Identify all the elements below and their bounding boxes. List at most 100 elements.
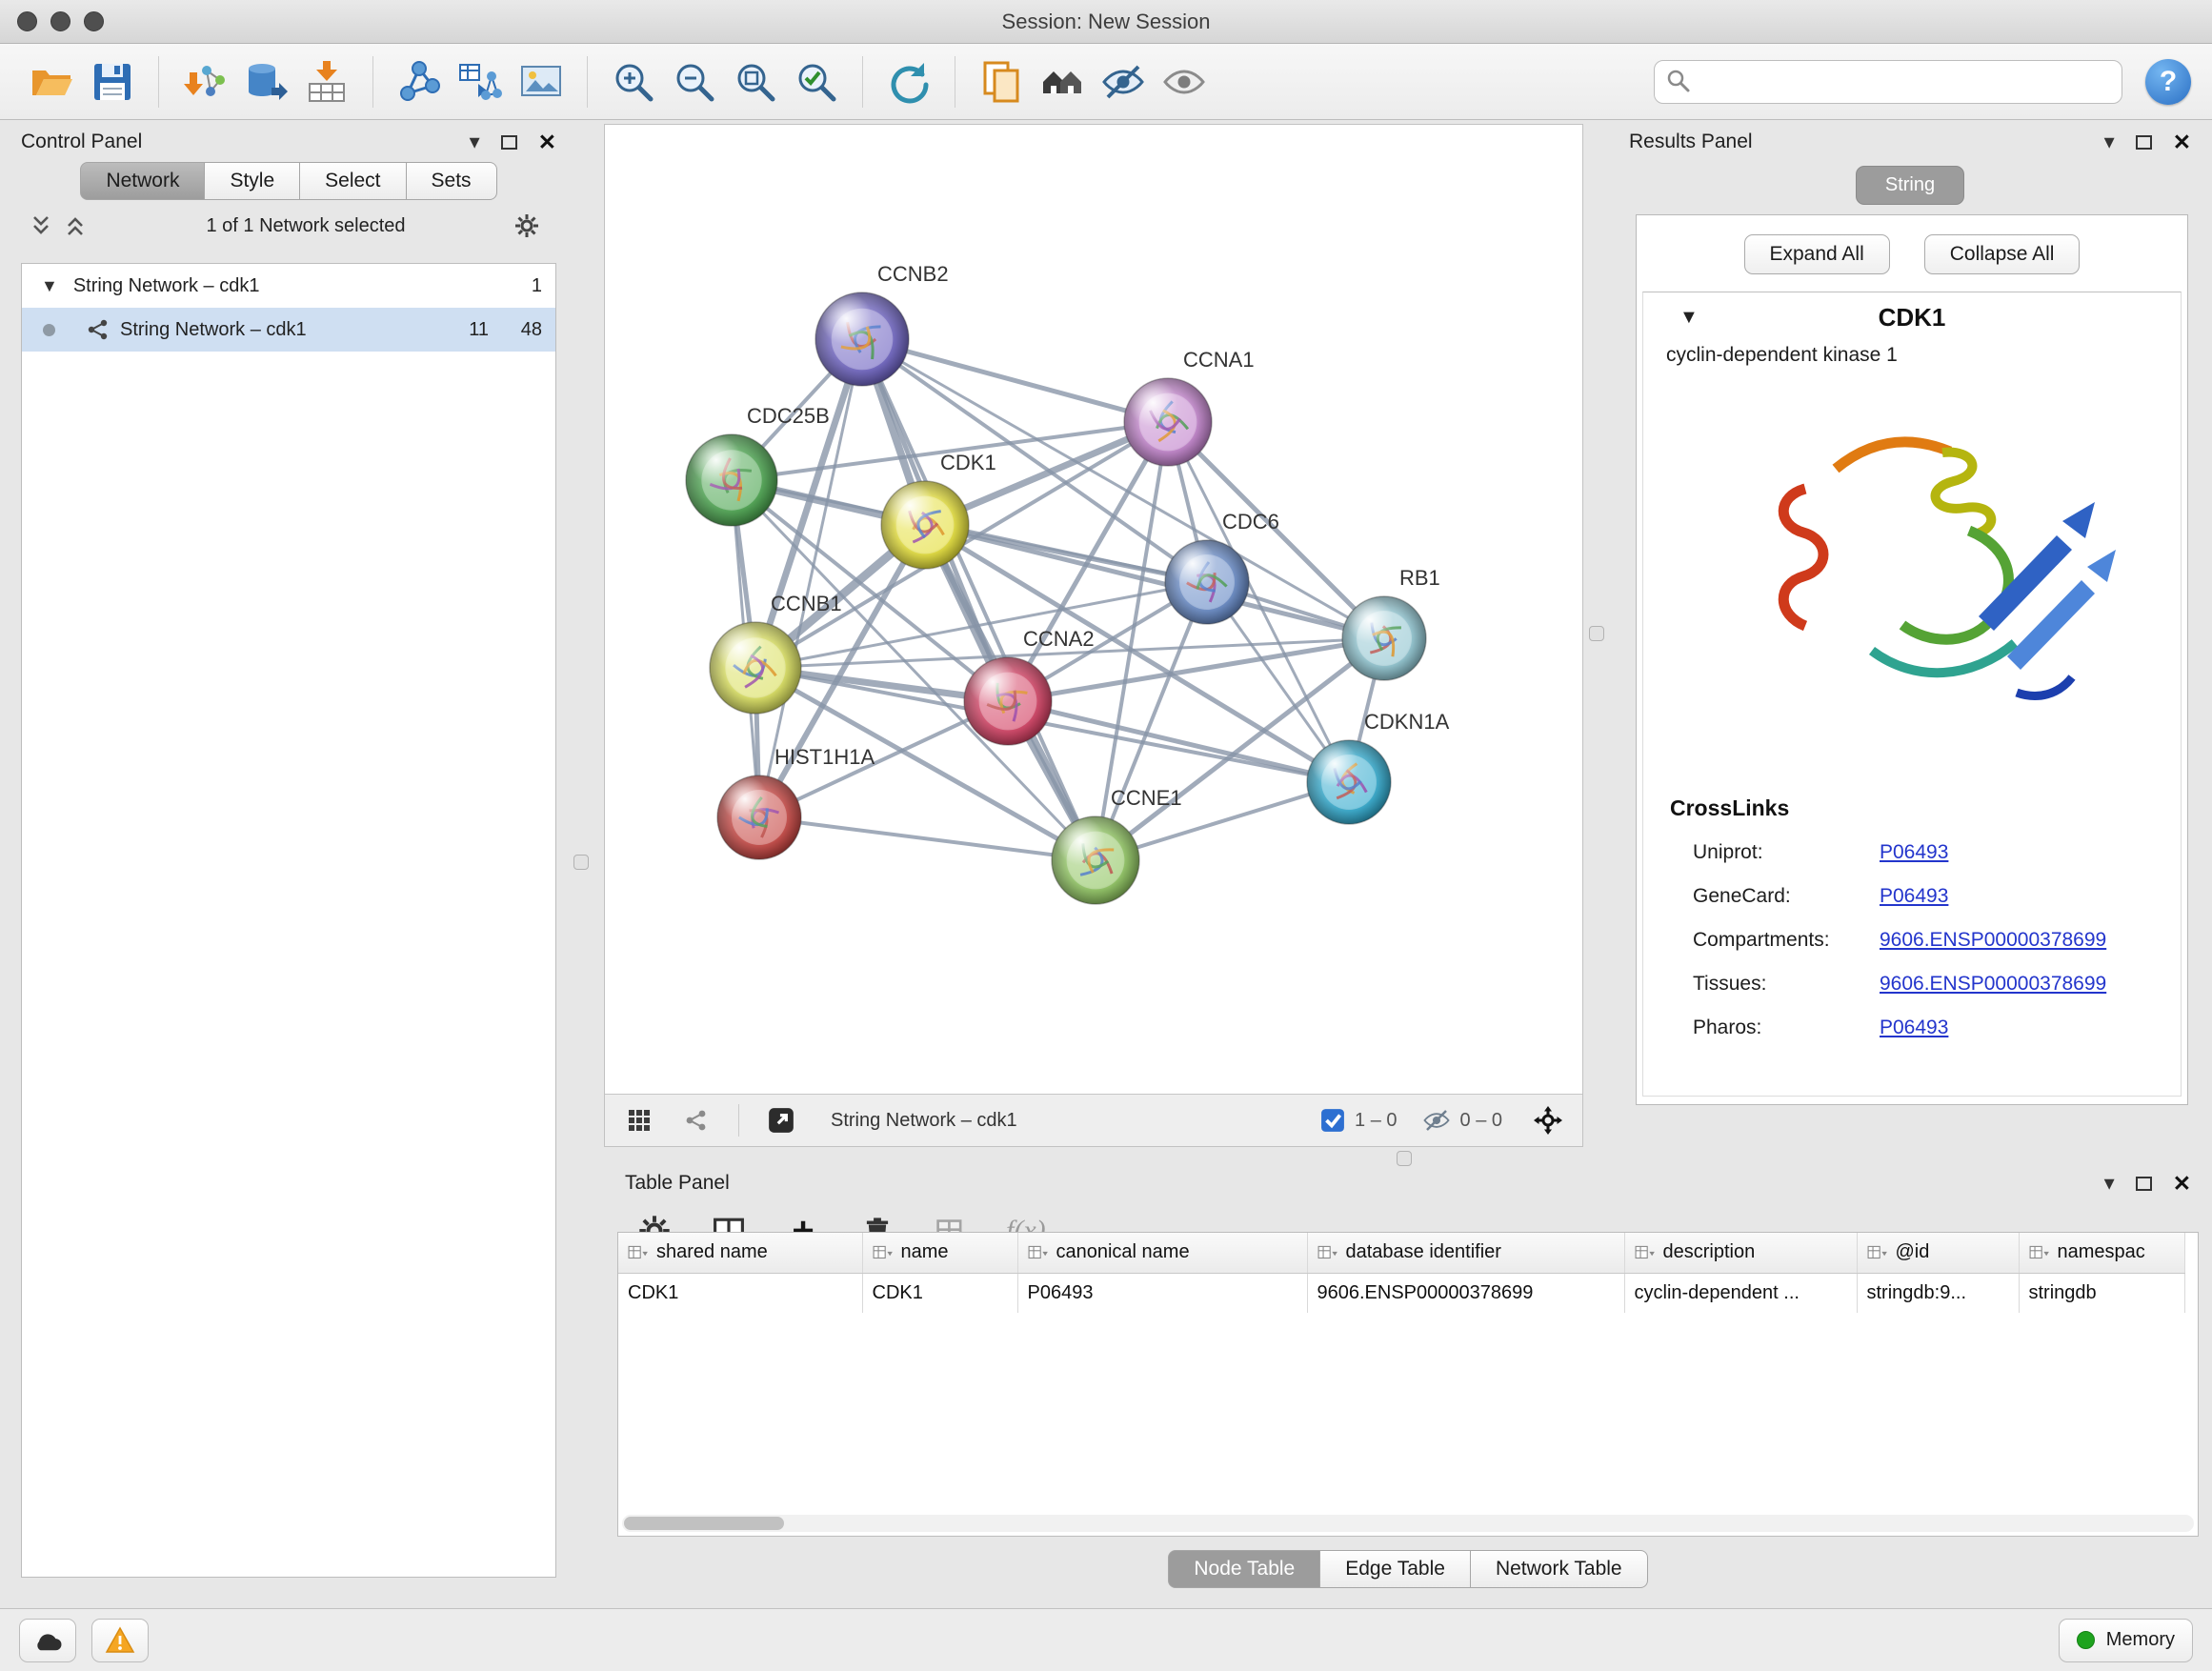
birds-eye-view-button[interactable] <box>1527 1101 1569 1139</box>
open-session-button[interactable] <box>21 51 82 112</box>
close-window-button[interactable] <box>17 11 37 31</box>
copy-document-button[interactable] <box>971 51 1032 112</box>
window-title: Session: New Session <box>0 10 2212 34</box>
control-panel-title: Control Panel <box>21 131 142 153</box>
tab-network[interactable]: Network <box>80 162 205 200</box>
bottom-splitter-handle[interactable] <box>1397 1151 1412 1166</box>
import-network-file-icon <box>182 59 228 105</box>
show-all-button[interactable] <box>1154 51 1215 112</box>
zoom-window-button[interactable] <box>84 11 104 31</box>
grid-view-button[interactable] <box>618 1101 660 1139</box>
table-panel: Table Panel ▾ ✕ + <box>617 1165 2199 1605</box>
crosslink-label: GeneCard: <box>1693 885 1880 908</box>
tab-edge-table[interactable]: Edge Table <box>1320 1550 1471 1588</box>
column-header-@id[interactable]: @id <box>1857 1233 2019 1273</box>
network-edge-count: 48 <box>498 319 542 341</box>
column-header-shared-name[interactable]: shared name <box>618 1233 862 1273</box>
horizontal-scrollbar[interactable] <box>622 1515 2194 1532</box>
network-selection-status: 1 of 1 Network selected <box>97 215 514 237</box>
scrollbar-thumb[interactable] <box>624 1517 784 1530</box>
tree-expand-icon[interactable]: ▼ <box>41 276 58 296</box>
help-button[interactable]: ? <box>2145 59 2191 105</box>
cloud-status-button[interactable] <box>19 1619 76 1662</box>
left-splitter-handle[interactable] <box>573 855 589 870</box>
new-network-button[interactable] <box>389 51 450 112</box>
network-from-table-button[interactable] <box>450 51 511 112</box>
table-row[interactable]: CDK1CDK1P064939606.ENSP00000378699cyclin… <box>618 1273 2184 1313</box>
import-table-button[interactable] <box>296 51 357 112</box>
network-share-button[interactable] <box>675 1101 717 1139</box>
protein-name: CDK1 <box>1643 303 2181 332</box>
panel-menu-icon[interactable]: ▾ <box>2104 1173 2115 1194</box>
column-header-name[interactable]: name <box>862 1233 1017 1273</box>
import-network-file-button[interactable] <box>174 51 235 112</box>
memory-button[interactable]: Memory <box>2059 1619 2193 1662</box>
import-network-database-button[interactable] <box>235 51 296 112</box>
tab-sets[interactable]: Sets <box>407 162 497 200</box>
save-icon <box>90 59 135 105</box>
network-canvas[interactable]: CCNB2CCNA1CDC25BCDK1CDC6RB1CCNB1CCNA2CDK… <box>605 125 1582 1094</box>
zoom-out-button[interactable] <box>664 51 725 112</box>
close-panel-icon[interactable]: ✕ <box>2173 1173 2191 1195</box>
expand-all-icon[interactable] <box>63 213 88 238</box>
tab-string[interactable]: String <box>1856 166 1964 205</box>
panel-menu-icon[interactable]: ▾ <box>2104 131 2115 152</box>
column-header-description[interactable]: description <box>1624 1233 1857 1273</box>
warnings-button[interactable] <box>91 1619 149 1662</box>
crosslink-value-link[interactable]: 9606.ENSP00000378699 <box>1880 973 2106 996</box>
crosslink-row: GeneCard:P06493 <box>1643 875 2181 918</box>
node-table: shared namenamecanonical namedatabase id… <box>617 1232 2199 1537</box>
column-header-database-identifier[interactable]: database identifier <box>1307 1233 1624 1273</box>
close-panel-icon[interactable]: ✕ <box>2173 131 2191 153</box>
crosslink-value-link[interactable]: P06493 <box>1880 1017 1948 1039</box>
svg-text:CCNA2: CCNA2 <box>1023 627 1095 651</box>
float-panel-icon[interactable] <box>2136 1177 2152 1191</box>
network-row[interactable]: String Network – cdk1 11 48 <box>22 308 555 352</box>
network-overview-button[interactable] <box>1032 51 1093 112</box>
minimize-window-button[interactable] <box>50 11 70 31</box>
selected-counts: 1 – 0 <box>1355 1110 1397 1132</box>
crosslink-value-link[interactable]: 9606.ENSP00000378699 <box>1880 929 2106 952</box>
zoom-selected-button[interactable] <box>786 51 847 112</box>
open-in-new-window-button[interactable] <box>760 1101 802 1139</box>
column-header-namespac[interactable]: namespac <box>2019 1233 2184 1273</box>
external-link-icon <box>767 1106 795 1135</box>
eye-icon <box>1161 59 1207 105</box>
hide-selected-button[interactable] <box>1093 51 1154 112</box>
expand-all-button[interactable]: Expand All <box>1744 234 1890 274</box>
float-panel-icon[interactable] <box>501 135 517 150</box>
column-header-canonical-name[interactable]: canonical name <box>1017 1233 1307 1273</box>
crosslink-value-link[interactable]: P06493 <box>1880 841 1948 864</box>
apply-layout-button[interactable] <box>878 51 939 112</box>
svg-text:CDK1: CDK1 <box>940 451 996 474</box>
svg-text:CCNE1: CCNE1 <box>1111 786 1182 810</box>
collapse-all-button[interactable]: Collapse All <box>1924 234 2081 274</box>
tab-style[interactable]: Style <box>205 162 300 200</box>
search-input[interactable] <box>1654 60 2122 104</box>
network-collection-count: 1 <box>498 275 542 297</box>
memory-label: Memory <box>2106 1629 2175 1651</box>
tab-select[interactable]: Select <box>300 162 406 200</box>
right-splitter-handle[interactable] <box>1589 626 1604 641</box>
float-panel-icon[interactable] <box>2136 135 2152 150</box>
crosshair-move-icon <box>1533 1105 1563 1136</box>
network-collection-row[interactable]: ▼ String Network – cdk1 1 <box>22 264 555 308</box>
tab-network-table[interactable]: Network Table <box>1471 1550 1648 1588</box>
crosslink-row: Pharos:P06493 <box>1643 1006 2181 1050</box>
zoom-fit-button[interactable] <box>725 51 786 112</box>
network-icon <box>86 317 111 342</box>
network-from-table-icon <box>457 59 503 105</box>
save-session-button[interactable] <box>82 51 143 112</box>
checkbox-icon[interactable] <box>1320 1108 1345 1133</box>
crosslink-value-link[interactable]: P06493 <box>1880 885 1948 908</box>
tab-node-table[interactable]: Node Table <box>1168 1550 1320 1588</box>
panel-menu-icon[interactable]: ▾ <box>470 131 480 152</box>
export-image-button[interactable] <box>511 51 572 112</box>
eye-slash-icon <box>1100 59 1146 105</box>
close-panel-icon[interactable]: ✕ <box>538 131 556 153</box>
hidden-eye-slash-icon[interactable] <box>1422 1106 1451 1135</box>
collapse-all-icon[interactable] <box>29 213 53 238</box>
svg-text:CCNB2: CCNB2 <box>877 262 949 286</box>
gear-icon[interactable] <box>514 213 539 238</box>
zoom-in-button[interactable] <box>603 51 664 112</box>
